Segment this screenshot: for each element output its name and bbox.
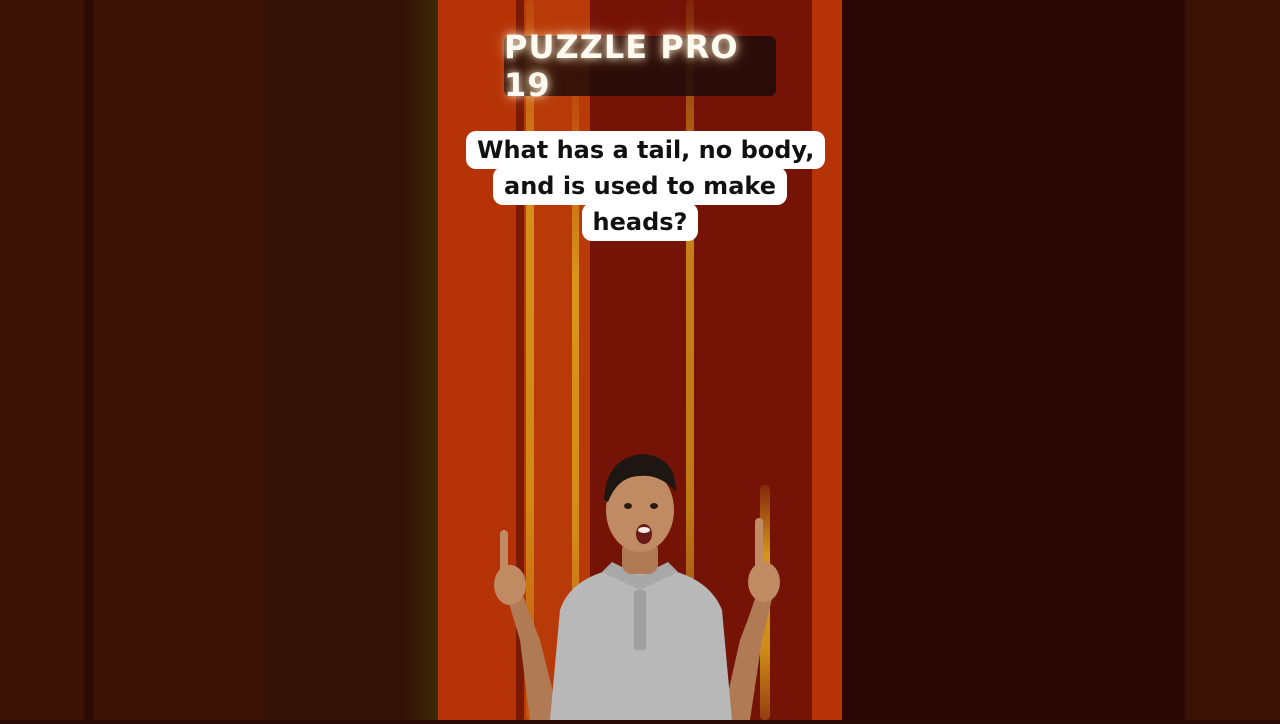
riddle-line: What has a tail, no body,: [466, 131, 826, 169]
blurred-background-left: [0, 0, 438, 720]
riddle-line: heads?: [581, 203, 699, 241]
pointing-person-illustration: [490, 440, 790, 720]
blurred-background-right: [842, 0, 1280, 720]
background-band: [812, 0, 842, 720]
puzzle-title: PUZZLE PRO 19: [504, 28, 776, 104]
riddle-line: and is used to make: [493, 167, 787, 205]
riddle-question: What has a tail, no body, and is used to…: [466, 131, 826, 241]
